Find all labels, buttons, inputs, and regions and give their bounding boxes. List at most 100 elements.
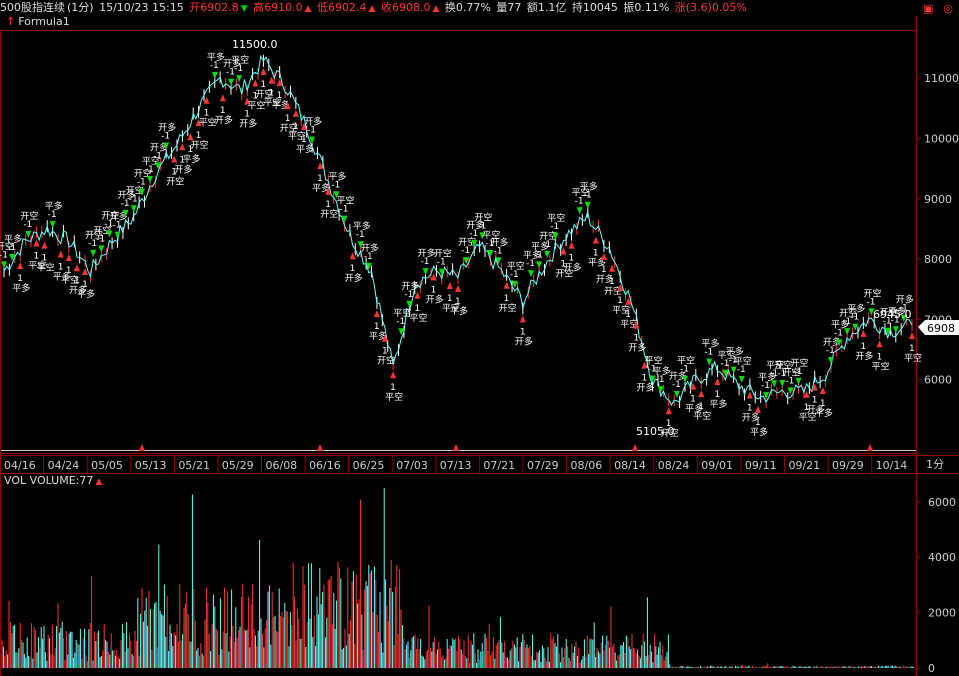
date-label: 05/13 (135, 459, 167, 472)
signal-label: 平多 (847, 303, 865, 315)
signal-label: 1 (601, 265, 607, 275)
buy-signal-marker (260, 67, 267, 75)
date-axis: 04/16 04/24 05/05 05/13 05/21 05/29 06/08 06/16… (0, 455, 907, 473)
date-label: 07/03 (396, 459, 428, 472)
signal-label: 1 (204, 109, 210, 119)
signal-label: 1 (569, 254, 575, 264)
sell-signal-marker (536, 261, 543, 269)
signal-label: 平多 (296, 143, 314, 155)
signal-label: 1 (690, 395, 696, 405)
sell-signal-marker (90, 249, 97, 257)
price-tick-label: 9000 (924, 193, 952, 206)
buy-signal-marker (373, 309, 380, 317)
signal-label: 平空 (409, 312, 427, 324)
signal-label: 平多 (726, 346, 744, 358)
signal-label: 平多 (12, 282, 30, 294)
signal-label: 开多 (896, 294, 914, 306)
signal-label: 平空 (693, 410, 711, 422)
volume-tick-label: 6000 (928, 496, 956, 509)
buy-signal-marker (909, 331, 915, 339)
volume-tick-label: 2000 (928, 607, 956, 620)
buy-signal-marker (171, 155, 178, 163)
date-label: 08/14 (614, 459, 646, 472)
volume-axis: 6000 4000 2000 0 (916, 496, 956, 675)
signal-label: 1 (58, 263, 64, 273)
low-mark-label: 5105.0 (636, 425, 675, 438)
kline-chart[interactable]: -1开空-1平多1平多-1开空1平空1平空-1平多1平多1平空1开多1平多-1开… (0, 0, 959, 676)
sell-signal-marker (576, 207, 583, 215)
signal-label: 平空 (677, 355, 695, 367)
signal-label: 1 (350, 264, 356, 274)
event-marker (867, 444, 873, 451)
signal-label: 开多 (636, 382, 654, 394)
signal-label: 1 (755, 418, 761, 428)
date-label: 05/29 (222, 459, 254, 472)
buy-signal-marker (519, 315, 526, 323)
signal-label: 平多 (353, 220, 371, 232)
signal-label: 平空 (507, 260, 525, 272)
date-label: 07/13 (440, 459, 472, 472)
date-label: 06/08 (265, 459, 297, 472)
buy-signal-marker (349, 252, 356, 260)
signal-label: 1 (325, 200, 331, 210)
signal-label: 1 (17, 274, 23, 284)
signal-label: 1 (504, 294, 510, 304)
signal-label: 平多 (815, 407, 833, 419)
buy-signal-marker (592, 236, 599, 244)
signal-label: 平多 (580, 181, 598, 193)
sell-signal-marker (211, 71, 218, 79)
signal-label: 1 (82, 280, 88, 290)
date-label: 09/29 (832, 459, 864, 472)
buy-signal-marker (219, 94, 226, 102)
signal-label: 1 (877, 352, 883, 362)
volume-tick-label: 0 (928, 662, 935, 675)
signal-label: 1 (455, 297, 461, 307)
price-tick-label: 8000 (924, 253, 952, 266)
date-label: 05/05 (91, 459, 123, 472)
buy-signal-marker (252, 79, 259, 87)
buy-signal-marker (17, 262, 24, 270)
signal-label: 开多 (855, 350, 873, 362)
trade-signals: -1开空-1平多1平多-1开空1平空1平空-1平多1平多1平空1开多1平多-1开… (0, 51, 922, 451)
buy-signal-marker (414, 291, 421, 299)
buy-signal-marker (455, 284, 461, 292)
signal-label: 1 (42, 254, 48, 264)
signal-label: 平空 (872, 360, 890, 372)
sell-signal-marker (98, 245, 105, 253)
buy-signal-marker (568, 241, 575, 249)
buy-signal-marker (819, 386, 826, 394)
signal-label: 开多 (239, 117, 257, 129)
buy-signal-marker (746, 391, 753, 399)
period-tag: 1分 (926, 458, 944, 471)
signal-label: 平空 (547, 212, 565, 224)
price-tick-label: 6000 (924, 374, 952, 387)
event-marker (139, 444, 145, 451)
sell-signal-marker (544, 250, 551, 258)
signal-label: 开多 (215, 114, 233, 126)
buy-signal-marker (57, 250, 64, 258)
date-label: 04/16 (4, 459, 36, 472)
signal-label: 平多 (750, 426, 768, 438)
buy-signal-marker (609, 264, 616, 272)
buy-signal-marker (390, 371, 397, 379)
signal-label: 开多 (304, 116, 322, 128)
signal-label: 1 (374, 322, 380, 332)
volume-tick-label: 4000 (928, 551, 956, 564)
sell-signal-marker (673, 390, 680, 398)
buy-signal-marker (665, 407, 672, 415)
signal-label: 1 (609, 277, 615, 287)
signal-label: 开空 (191, 139, 209, 151)
date-label: 07/29 (527, 459, 559, 472)
sell-signal-marker (25, 230, 32, 238)
signal-label: 开多 (345, 272, 363, 284)
buy-signal-marker (860, 329, 867, 337)
signal-label: 平空 (734, 355, 752, 367)
signal-label: 平多 (182, 153, 200, 165)
signal-label: 平空 (337, 195, 355, 207)
buy-signal-marker (33, 239, 40, 247)
buy-signal-marker (187, 133, 194, 141)
date-label: 09/11 (745, 459, 777, 472)
signal-label: 1 (317, 174, 323, 184)
sell-signal-marker (130, 205, 137, 213)
signal-label: 1 (66, 266, 72, 276)
